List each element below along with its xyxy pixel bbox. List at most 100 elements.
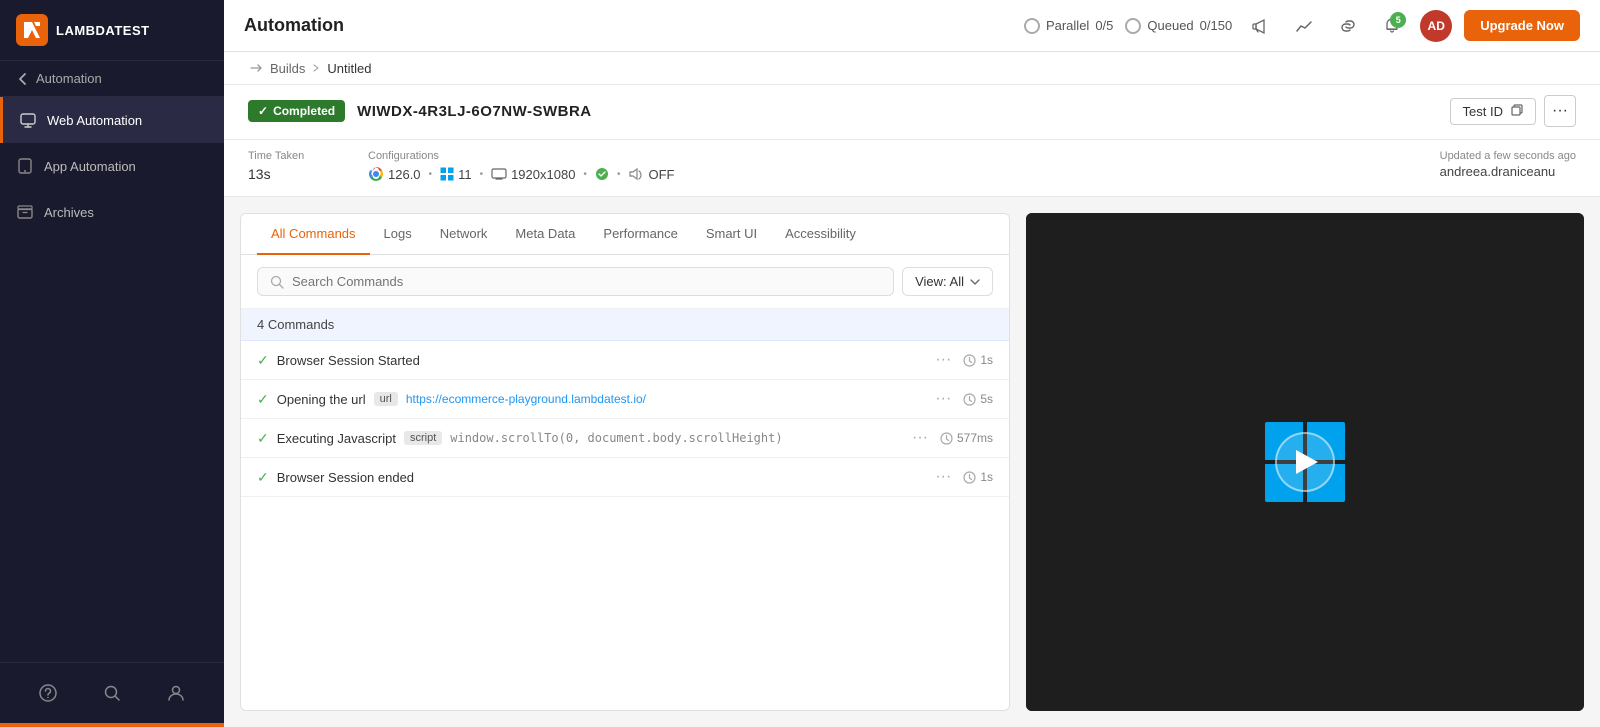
command-name: Executing Javascript	[277, 431, 396, 446]
sidebar-item-app-automation[interactable]: App Automation	[0, 143, 224, 189]
command-more-button[interactable]: ···	[931, 468, 955, 486]
status-badge: ✓ Completed	[248, 100, 345, 122]
table-row[interactable]: ✓ Opening the url url https://ecommerce-…	[241, 380, 1009, 419]
megaphone-icon-btn[interactable]	[1244, 10, 1276, 42]
back-arrow-icon	[16, 72, 30, 86]
nav-arrow-icon	[248, 60, 264, 76]
table-row[interactable]: ✓ Browser Session ended ··· 1s	[241, 458, 1009, 497]
queued-label: Queued	[1147, 18, 1193, 33]
command-more-button[interactable]: ···	[931, 390, 955, 408]
queued-radio	[1125, 18, 1141, 34]
feature-off: OFF	[648, 167, 674, 182]
help-icon[interactable]	[34, 679, 62, 707]
table-row[interactable]: ✓ Executing Javascript script window.scr…	[241, 419, 1009, 458]
left-panel: All Commands Logs Network Meta Data Perf…	[240, 213, 1010, 711]
chart-icon	[1295, 17, 1313, 35]
parallel-radio	[1024, 18, 1040, 34]
updated-section: Updated a few seconds ago andreea.dranic…	[1440, 150, 1576, 179]
user-label: andreea.draniceanu	[1440, 164, 1576, 179]
sidebar-footer	[0, 662, 224, 723]
command-more-button[interactable]: ···	[931, 351, 955, 369]
search-input[interactable]	[292, 274, 881, 289]
queued-value: 0/150	[1200, 18, 1233, 33]
search-input-wrap	[257, 267, 894, 296]
upgrade-button[interactable]: Upgrade Now	[1464, 10, 1580, 41]
test-header: ✓ Completed WIWDX-4R3LJ-6O7NW-SWBRA Test…	[224, 85, 1600, 140]
user-icon[interactable]	[162, 679, 190, 707]
header-right: Parallel 0/5 Queued 0/150	[1024, 10, 1580, 42]
sidebar-item-archives[interactable]: Archives	[0, 189, 224, 235]
check-icon: ✓	[257, 352, 269, 369]
sidebar-bottom-bar	[0, 723, 224, 727]
parallel-info: Parallel 0/5	[1024, 18, 1113, 34]
tab-performance[interactable]: Performance	[589, 214, 691, 255]
os-version: 11	[458, 167, 472, 182]
os-config: 11	[440, 167, 472, 182]
breadcrumb: Builds Untitled	[224, 52, 1600, 85]
feature-config	[595, 167, 609, 181]
audio-config: OFF	[628, 167, 674, 182]
tab-logs[interactable]: Logs	[370, 214, 426, 255]
tab-all-commands[interactable]: All Commands	[257, 214, 370, 255]
breadcrumb-builds[interactable]: Builds	[270, 61, 305, 76]
resolution-config: 1920x1080	[491, 167, 575, 182]
test-id-button[interactable]: Test ID	[1450, 98, 1536, 125]
command-tag: script	[404, 431, 442, 445]
tab-smart-ui[interactable]: Smart UI	[692, 214, 771, 255]
meta-info: Time Taken 13s Configurations	[224, 140, 1600, 197]
megaphone-icon	[1251, 17, 1269, 35]
right-panel	[1026, 213, 1584, 711]
tab-meta-data[interactable]: Meta Data	[501, 214, 589, 255]
command-more-button[interactable]: ···	[908, 429, 932, 447]
browser-config: 126.0	[368, 166, 421, 182]
search-bar: View: All	[241, 255, 1009, 309]
notification-icon-btn[interactable]: 5	[1376, 10, 1408, 42]
tab-network[interactable]: Network	[426, 214, 502, 255]
config-row: 126.0 • 11 •	[368, 166, 674, 182]
chart-icon-btn[interactable]	[1288, 10, 1320, 42]
command-value: window.scrollTo(0, document.body.scrollH…	[450, 431, 782, 445]
avatar[interactable]: AD	[1420, 10, 1452, 42]
tabs-bar: All Commands Logs Network Meta Data Perf…	[241, 214, 1009, 255]
test-id-label: Test ID	[1463, 104, 1503, 119]
lambdatest-logo-icon	[16, 14, 48, 46]
page-title: Automation	[244, 15, 344, 36]
commands-count: 4 Commands	[257, 317, 334, 332]
search-icon[interactable]	[98, 679, 126, 707]
clock-icon	[963, 393, 976, 406]
feature-icon	[595, 167, 609, 181]
sidebar-back-button[interactable]: Automation	[0, 61, 224, 97]
command-time: 1s	[963, 353, 993, 367]
video-player[interactable]	[1026, 213, 1584, 711]
commands-count-bar: 4 Commands	[241, 309, 1009, 341]
test-header-left: ✓ Completed WIWDX-4R3LJ-6O7NW-SWBRA	[248, 100, 592, 122]
view-filter[interactable]: View: All	[902, 267, 993, 296]
table-row[interactable]: ✓ Browser Session Started ··· 1s	[241, 341, 1009, 380]
check-mark: ✓	[258, 104, 268, 118]
test-header-right: Test ID ···	[1450, 95, 1576, 127]
time-taken-section: Time Taken 13s	[248, 150, 328, 182]
test-code: WIWDX-4R3LJ-6O7NW-SWBRA	[357, 103, 592, 120]
resolution-value: 1920x1080	[511, 167, 575, 182]
windows-icon	[440, 167, 454, 181]
more-options-button[interactable]: ···	[1544, 95, 1576, 127]
clock-icon	[963, 354, 976, 367]
notification-badge: 5	[1390, 12, 1406, 28]
command-time: 1s	[963, 470, 993, 484]
tab-accessibility[interactable]: Accessibility	[771, 214, 870, 255]
sidebar-nav: Web Automation App Automation Archives	[0, 97, 224, 662]
play-button[interactable]	[1275, 432, 1335, 492]
check-icon: ✓	[257, 469, 269, 486]
play-triangle-icon	[1296, 450, 1318, 474]
command-list: ✓ Browser Session Started ··· 1s	[241, 341, 1009, 710]
configurations-label: Configurations	[368, 150, 674, 162]
app-automation-label: App Automation	[44, 159, 136, 174]
archives-label: Archives	[44, 205, 94, 220]
link-icon-btn[interactable]	[1332, 10, 1364, 42]
archives-icon	[16, 203, 34, 221]
copy-icon	[1509, 104, 1523, 118]
sidebar-item-web-automation[interactable]: Web Automation	[0, 97, 224, 143]
chevron-down-icon	[970, 279, 980, 285]
speaker-icon	[628, 167, 644, 181]
command-time: 5s	[963, 392, 993, 406]
